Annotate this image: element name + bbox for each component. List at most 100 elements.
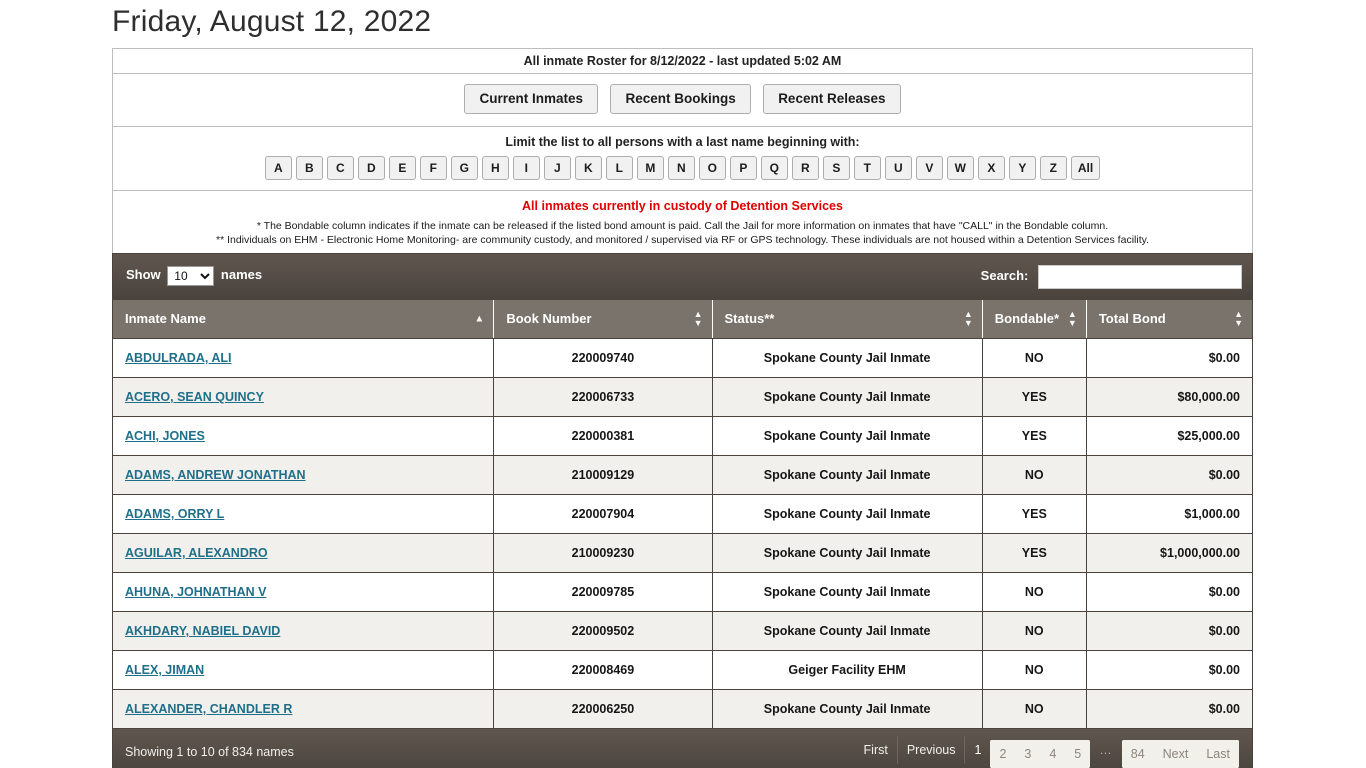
alpha-filter-row: A B C D E F G H I J K L M N O P Q R S T U V W X Y Z All	[113, 156, 1252, 184]
cell-total-bond: $80,000.00	[1086, 377, 1253, 417]
sort-ascending-icon: ▲	[474, 313, 485, 325]
alpha-filter-e[interactable]: E	[388, 156, 416, 180]
alpha-filter-y[interactable]: Y	[1008, 156, 1036, 180]
page-length-select[interactable]: 102550100	[167, 265, 215, 286]
alpha-filter-n[interactable]: N	[667, 156, 695, 180]
pagination-next[interactable]: Next	[1153, 740, 1198, 768]
cell-inmate-name: ALEX, JIMAN	[112, 650, 495, 690]
column-header-status[interactable]: Status** ▲ ▼	[712, 300, 983, 339]
cell-total-bond: $0.00	[1086, 572, 1253, 612]
cell-book-number: 220007904	[493, 494, 713, 534]
alpha-filter-block: Limit the list to all persons with a las…	[113, 127, 1252, 191]
alpha-filter-p[interactable]: P	[729, 156, 757, 180]
cell-inmate-name: ALEXANDER, CHANDLER R	[112, 689, 495, 729]
cell-book-number: 220009502	[493, 611, 713, 651]
alpha-filter-v[interactable]: V	[915, 156, 943, 180]
roster-container: All inmate Roster for 8/12/2022 - last u…	[112, 48, 1253, 768]
alpha-filter-f[interactable]: F	[419, 156, 447, 180]
alpha-filter-l[interactable]: L	[605, 156, 633, 180]
pagination-page-4[interactable]: 4	[1040, 740, 1066, 768]
search-input[interactable]	[1038, 264, 1242, 289]
inmate-name-link[interactable]: ABDULRADA, ALI	[125, 351, 231, 365]
alpha-filter-d[interactable]: D	[357, 156, 385, 180]
column-header-book-number[interactable]: Book Number ▲ ▼	[493, 300, 713, 339]
tab-recent-bookings[interactable]: Recent Bookings	[610, 84, 751, 114]
alpha-filter-w[interactable]: W	[946, 156, 974, 180]
sort-both-icon: ▲ ▼	[1234, 309, 1243, 328]
alpha-filter-c[interactable]: C	[326, 156, 354, 180]
alpha-filter-t[interactable]: T	[853, 156, 881, 180]
roster-page: Friday, August 12, 2022 All inmate Roste…	[0, 0, 1366, 768]
pagination-page-current[interactable]: 1	[964, 736, 990, 764]
table-row: ADAMS, ANDREW JONATHAN 210009129 Spokane C…	[112, 455, 1253, 495]
cell-status: Spokane County Jail Inmate	[712, 416, 983, 456]
table-row: ACERO, SEAN QUINCY 220006733 Spokane Count…	[112, 377, 1253, 417]
column-header-total-bond[interactable]: Total Bond ▲ ▼	[1086, 300, 1253, 339]
cell-status: Spokane County Jail Inmate	[712, 689, 983, 729]
cell-book-number: 220008469	[493, 650, 713, 690]
cell-book-number: 220000381	[493, 416, 713, 456]
alpha-filter-m[interactable]: M	[636, 156, 664, 180]
alpha-filter-r[interactable]: R	[791, 156, 819, 180]
cell-bondable: YES	[982, 416, 1087, 456]
inmate-name-link[interactable]: AGUILAR, ALEXANDRO	[125, 546, 268, 560]
inmate-name-link[interactable]: AHUNA, JOHNATHAN V	[125, 585, 266, 599]
inmate-name-link[interactable]: ACHI, JONES	[125, 429, 205, 443]
alpha-filter-q[interactable]: Q	[760, 156, 788, 180]
search-label: Search:	[980, 268, 1029, 283]
alpha-filter-x[interactable]: X	[977, 156, 1005, 180]
alpha-filter-u[interactable]: U	[884, 156, 912, 180]
show-label: Show	[126, 267, 161, 282]
alpha-filter-k[interactable]: K	[574, 156, 602, 180]
alpha-filter-all[interactable]: All	[1070, 156, 1101, 180]
table-body: ABDULRADA, ALI 220009740 Spokane County Ja…	[112, 338, 1253, 729]
cell-inmate-name: ABDULRADA, ALI	[112, 338, 495, 378]
custody-status-note: All inmates currently in custody of Dete…	[522, 199, 843, 213]
alpha-filter-j[interactable]: J	[543, 156, 571, 180]
column-label: Inmate Name	[125, 311, 206, 326]
alpha-filter-o[interactable]: O	[698, 156, 726, 180]
pagination-previous[interactable]: Previous	[896, 736, 965, 764]
cell-inmate-name: ACERO, SEAN QUINCY	[112, 377, 495, 417]
roster-info-box: All inmate Roster for 8/12/2022 - last u…	[112, 48, 1253, 253]
inmate-name-link[interactable]: ADAMS, ANDREW JONATHAN	[125, 468, 306, 482]
column-header-inmate-name[interactable]: Inmate Name ▲	[112, 300, 495, 339]
alpha-filter-g[interactable]: G	[450, 156, 478, 180]
pagination-last[interactable]: Last	[1197, 740, 1239, 768]
cell-book-number: 220009785	[493, 572, 713, 612]
cell-inmate-name: ACHI, JONES	[112, 416, 495, 456]
cell-inmate-name: AGUILAR, ALEXANDRO	[112, 533, 495, 573]
alpha-filter-s[interactable]: S	[822, 156, 850, 180]
cell-inmate-name: ADAMS, ANDREW JONATHAN	[112, 455, 495, 495]
alpha-filter-i[interactable]: I	[512, 156, 540, 180]
pagination-page-2[interactable]: 2	[990, 740, 1016, 768]
table-row: AKHDARY, NABIEL DAVID 220009502 Spokane Co…	[112, 611, 1253, 651]
pagination-first[interactable]: First	[855, 736, 897, 764]
inmate-name-link[interactable]: AKHDARY, NABIEL DAVID	[125, 624, 280, 638]
table-row: ALEXANDER, CHANDLER R 220006250 Spokane Co…	[112, 689, 1253, 729]
inmate-name-link[interactable]: ALEXANDER, CHANDLER R	[125, 702, 292, 716]
cell-status: Spokane County Jail Inmate	[712, 338, 983, 378]
sort-both-icon: ▲ ▼	[963, 309, 973, 328]
alpha-filter-b[interactable]: B	[295, 156, 323, 180]
pagination-page-last-number[interactable]: 84	[1121, 740, 1154, 768]
alpha-filter-label: Limit the list to all persons with a las…	[505, 135, 860, 149]
inmate-name-link[interactable]: ACERO, SEAN QUINCY	[125, 390, 264, 404]
footnote-bondable: * The Bondable column indicates if the i…	[256, 220, 1109, 232]
footnote-ehm: ** Individuals on EHM - Electronic Home …	[216, 234, 1149, 246]
inmate-name-link[interactable]: ALEX, JIMAN	[125, 663, 204, 677]
cell-status: Spokane County Jail Inmate	[712, 377, 983, 417]
table-row: ADAMS, ORRY L 220007904 Spokane County Jai…	[112, 494, 1253, 534]
column-label: Book Number	[506, 311, 592, 326]
sort-both-icon: ▲ ▼	[1067, 309, 1077, 328]
inmate-name-link[interactable]: ADAMS, ORRY L	[125, 507, 224, 521]
column-header-bondable[interactable]: Bondable* ▲ ▼	[982, 300, 1087, 339]
tab-recent-releases[interactable]: Recent Releases	[763, 84, 901, 114]
pagination-page-5[interactable]: 5	[1065, 740, 1091, 768]
pagination-page-3[interactable]: 3	[1015, 740, 1041, 768]
tab-current-inmates[interactable]: Current Inmates	[464, 84, 598, 114]
alpha-filter-z[interactable]: Z	[1039, 156, 1067, 180]
cell-book-number: 210009230	[493, 533, 713, 573]
alpha-filter-h[interactable]: H	[481, 156, 509, 180]
alpha-filter-a[interactable]: A	[264, 156, 292, 180]
